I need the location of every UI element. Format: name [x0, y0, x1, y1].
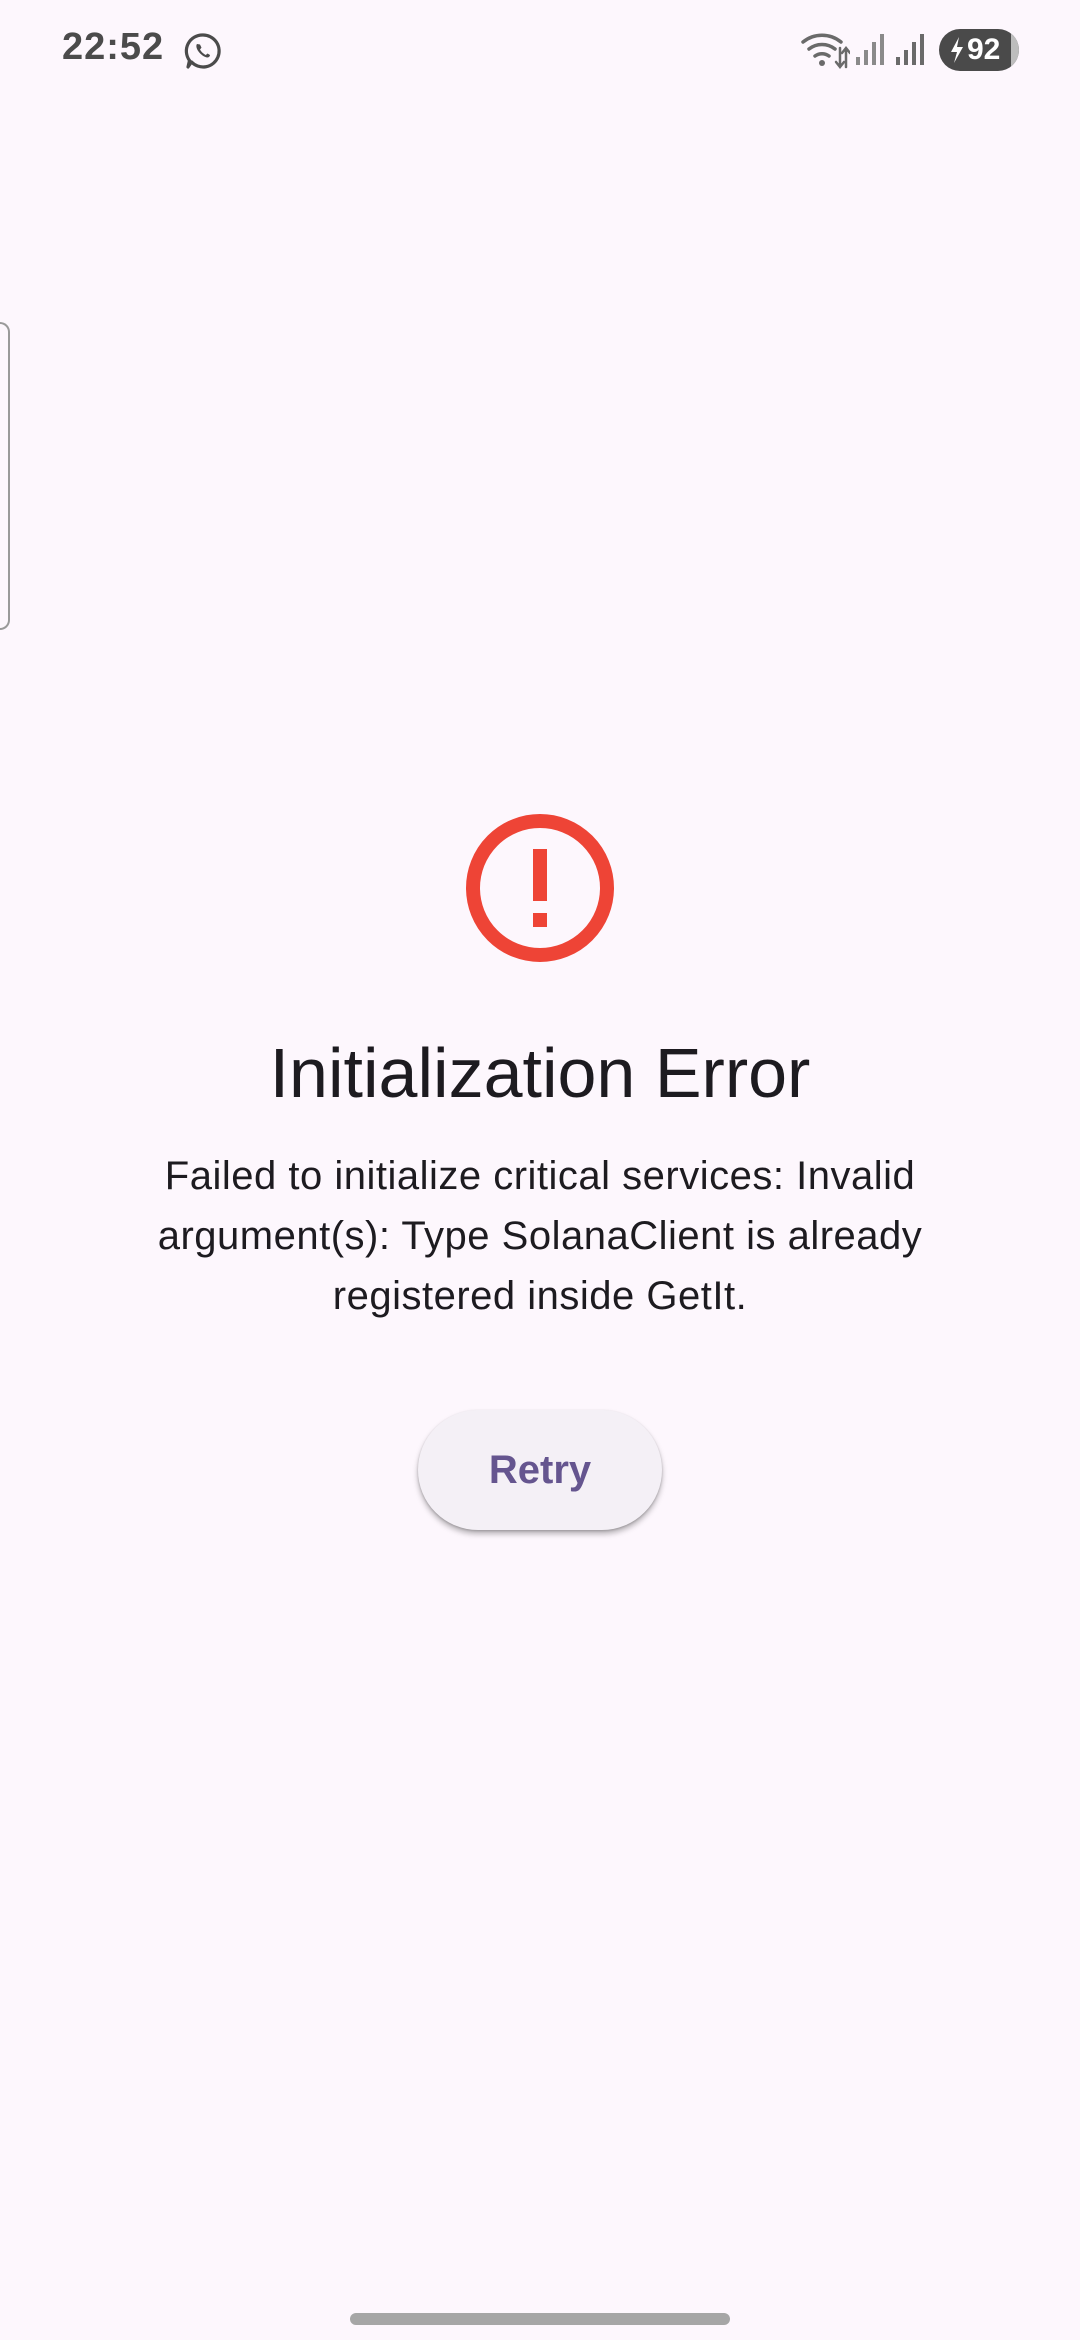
whatsapp-icon [184, 33, 221, 69]
battery-empty-segment [1011, 29, 1019, 71]
error-title: Initialization Error [269, 1034, 811, 1112]
home-indicator[interactable] [350, 2313, 730, 2325]
signal-icon [856, 34, 884, 65]
status-time: 22:52 [62, 26, 165, 68]
error-message: Failed to initialize critical services: … [157, 1154, 923, 1318]
error-circle-icon [466, 814, 614, 962]
status-bar: 22:52 92 [0, 0, 1080, 100]
signal-icon [896, 34, 924, 65]
battery-level: 92 [967, 33, 1001, 66]
battery-charging-icon [951, 37, 963, 63]
wifi-icon [801, 33, 850, 70]
edge-panel-handle[interactable] [0, 322, 10, 630]
retry-button[interactable]: Retry [418, 1410, 662, 1530]
battery-indicator: 92 [939, 29, 1019, 71]
